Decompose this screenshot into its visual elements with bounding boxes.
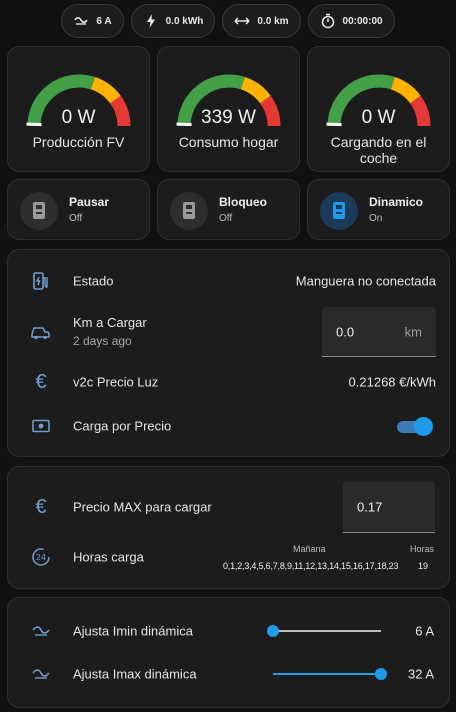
gauge-cargando-value: 0 W (361, 107, 396, 128)
km-input[interactable]: 0.0 km (322, 307, 436, 357)
imin-value: 6 A (415, 623, 434, 639)
energy-chip[interactable]: 0.0 kWh (130, 4, 216, 38)
chip-distance-text: 0.0 km (257, 15, 289, 27)
gauge-band-1 (390, 77, 421, 104)
charger-icon (183, 202, 195, 219)
dinamico-button[interactable]: Dinamico On (307, 179, 450, 240)
precio-max-value: 0.17 (357, 499, 383, 514)
ev-station-icon (30, 270, 52, 292)
gauge-produccion[interactable]: 0 W Producción FV (7, 46, 150, 172)
time-chip[interactable]: 00:00:00 (307, 4, 395, 38)
slider-handle[interactable] (267, 625, 279, 637)
pausar-icon-wrap (20, 192, 58, 230)
km-input-value: 0.0 (336, 324, 355, 339)
toggle-knob (414, 417, 433, 436)
precio-max-input[interactable]: 0.17 (343, 481, 435, 533)
precio-label: v2c Precio Luz (73, 374, 159, 390)
chip-time-text: 00:00:00 (342, 15, 383, 27)
status-card: Estado Manguera no conectada Km a Cargar… (7, 249, 450, 457)
km-updated: 2 days ago (73, 334, 132, 348)
distance-chip[interactable]: 0.0 km (222, 4, 301, 38)
km-row: Km a Cargar 2 days ago 0.0 km (8, 306, 449, 358)
arrows-horizontal-icon (234, 17, 250, 25)
precio-value: 0.21268 €/kWh (348, 374, 436, 390)
gauge-produccion-value: 0 W (61, 107, 96, 128)
current-chip[interactable]: 6 A (61, 4, 124, 38)
manana-value: 0,1,2,3,4,5,6,7,8,9,11,12,13,14,15,16,17… (223, 561, 399, 571)
horas-value: 19 (417, 561, 428, 571)
dinamico-label: Dinamico (369, 195, 424, 209)
imax-label: Ajusta Imax dinámica (73, 666, 197, 682)
gauge-consumo-label: Consumo hogar (178, 134, 279, 150)
bloqueo-state: Off (219, 213, 233, 224)
dinamico-icon-wrap (320, 192, 358, 230)
imin-slider[interactable] (267, 624, 381, 638)
bloqueo-label: Bloqueo (219, 195, 267, 209)
estado-value: Manguera no conectada (295, 273, 436, 289)
estado-label: Estado (73, 273, 114, 289)
manana-header: Mañana (293, 544, 326, 554)
chip-current-text: 6 A (96, 15, 112, 27)
dinamico-state: On (369, 213, 383, 224)
cash-icon (30, 415, 52, 437)
sliders-card: Ajusta Imin dinámica 6 A Ajusta Imax din… (7, 597, 450, 708)
carga-precio-label: Carga por Precio (73, 418, 172, 434)
car-clock-icon (30, 321, 52, 343)
gauge-cargando[interactable]: 0 W Cargando en el coche (307, 46, 450, 172)
precio-row[interactable]: € v2c Precio Luz 0.21268 €/kWh (8, 362, 449, 402)
horas-carga-label: Horas carga (73, 549, 144, 565)
estado-row[interactable]: Estado Manguera no conectada (8, 261, 449, 301)
pausar-label: Pausar (69, 195, 110, 209)
gauge-consumo[interactable]: 339 W Consumo hogar (157, 46, 300, 172)
precio-max-row: € Precio MAX para cargar 0.17 (8, 481, 449, 533)
bloqueo-button[interactable]: Bloqueo Off (157, 179, 300, 240)
slider-track (273, 630, 381, 632)
gauge-band-1 (240, 77, 271, 104)
charger-icon (33, 202, 45, 219)
bolt-icon (146, 14, 155, 28)
chip-energy-text: 0.0 kWh (165, 15, 204, 27)
carga-precio-toggle[interactable] (397, 417, 433, 436)
horas-header: Horas (409, 544, 434, 554)
gauge-band-1 (90, 77, 121, 104)
hours-24-icon: 24 (30, 546, 52, 568)
gauge-produccion-label: Producción FV (32, 134, 125, 150)
carga-precio-row: Carga por Precio (8, 406, 449, 446)
pausar-button[interactable]: Pausar Off (7, 179, 150, 240)
km-label: Km a Cargar (73, 315, 147, 330)
slider-handle[interactable] (375, 668, 387, 680)
imax-value: 32 A (407, 666, 434, 682)
imax-row: Ajusta Imax dinámica 32 A (8, 654, 449, 694)
precio-max-label: Precio MAX para cargar (73, 499, 212, 515)
gauge-cargando-label: Cargando en el coche (330, 134, 427, 166)
horas-carga-row[interactable]: 24 Horas carga Mañana Horas 0,1,2,3,4,5,… (8, 537, 449, 577)
timer-icon (321, 13, 334, 29)
km-input-unit: km (404, 324, 422, 339)
imax-slider[interactable] (273, 667, 387, 681)
slider-fill (273, 673, 381, 675)
svg-text:24: 24 (36, 553, 46, 562)
imin-label: Ajusta Imin dinámica (73, 623, 193, 639)
current-wave-icon (30, 663, 52, 685)
euro-icon: € (35, 495, 47, 518)
current-wave-icon (30, 620, 52, 642)
imin-row: Ajusta Imin dinámica 6 A (8, 611, 449, 651)
status-chips: 6 A 0.0 kWh 0.0 km 00:00:00 (0, 4, 456, 38)
gauge-consumo-value: 339 W (201, 107, 256, 128)
euro-icon: € (35, 370, 47, 393)
pricing-card: € Precio MAX para cargar 0.17 24 Horas c… (7, 466, 450, 589)
pausar-state: Off (69, 213, 83, 224)
bloqueo-icon-wrap (170, 192, 208, 230)
charger-icon (333, 202, 345, 219)
current-wave-icon (74, 16, 89, 25)
